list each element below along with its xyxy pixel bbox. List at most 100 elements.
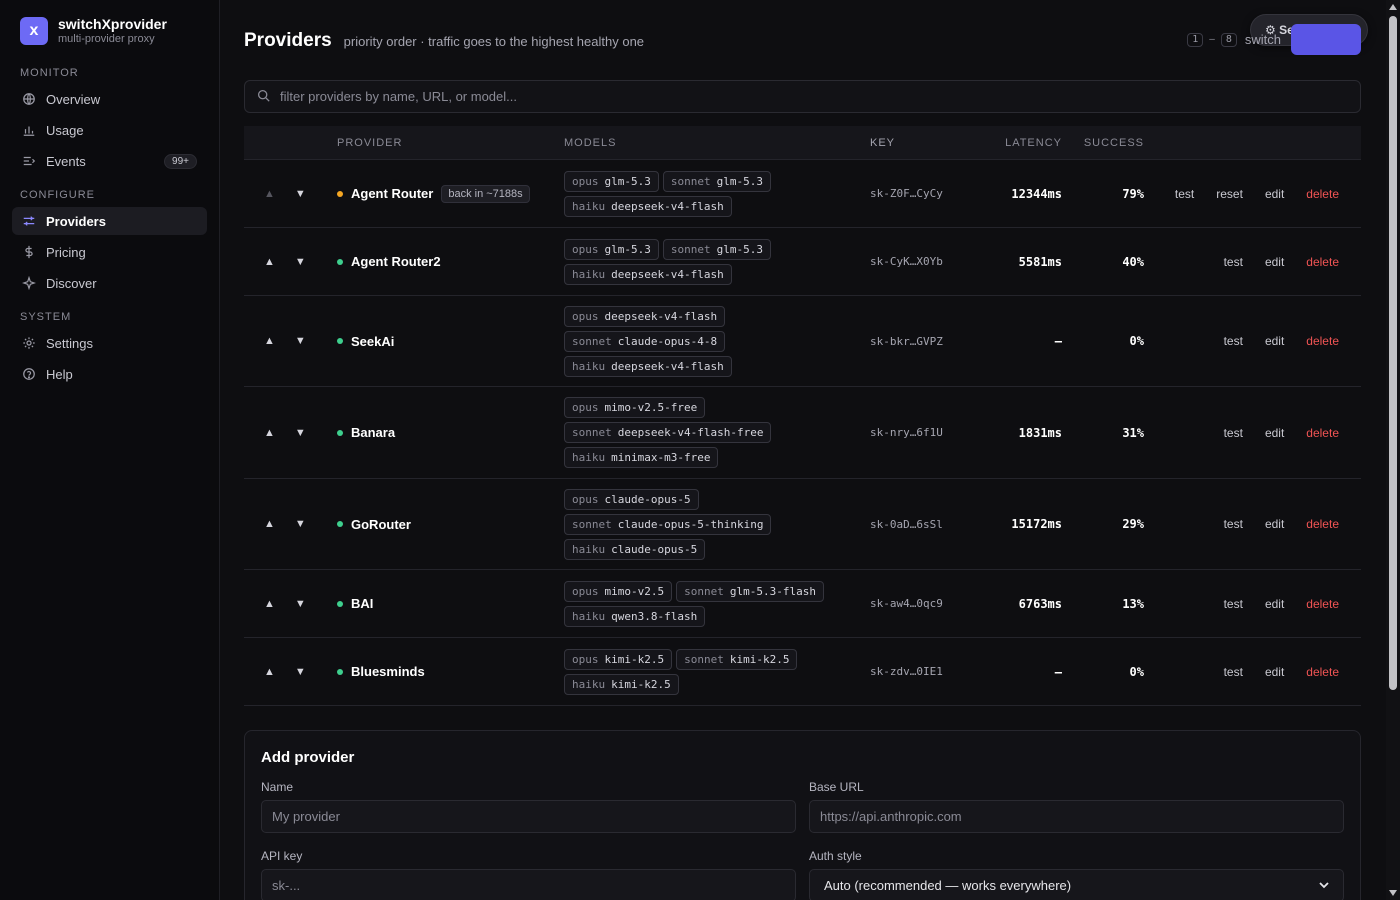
status-dot [337,521,343,527]
model-chip: opus deepseek-v4-flash [564,305,726,327]
reorder-controls: ▲ ▼ [244,188,337,200]
delete-button[interactable]: delete [1306,597,1339,611]
move-down-icon[interactable]: ▼ [295,518,306,530]
model-chip: opus mimo-v2.5-free [564,397,706,418]
scroll-thumb[interactable] [1389,16,1397,690]
edit-button[interactable]: edit [1265,334,1284,348]
edit-button[interactable]: edit [1265,665,1284,679]
sidebar-item-pricing[interactable]: Pricing [12,238,207,266]
reorder-controls: ▲ ▼ [244,427,337,439]
header-actions: 1 – 8 switch [1187,24,1361,55]
edit-button[interactable]: edit [1265,426,1284,440]
test-button[interactable]: test [1224,517,1243,531]
scrollbar[interactable] [1386,0,1400,900]
scroll-up-arrow[interactable] [1389,4,1397,10]
move-up-icon[interactable]: ▲ [264,256,275,268]
brand-name: switchXprovider [58,16,167,32]
model-name: glm-5.3 [716,242,763,256]
nav-section-label: SYSTEM [20,311,72,323]
edit-button[interactable]: edit [1265,517,1284,531]
model-name: deepseek-v4-flash [611,199,724,213]
sidebar-item-usage[interactable]: Usage [12,116,207,144]
success-rate: 29% [1122,517,1144,531]
events-count-badge: 99+ [164,153,197,169]
edit-button[interactable]: edit [1265,597,1284,611]
api-key-masked: sk-Z0F…CyCy [870,187,943,200]
scroll-down-arrow[interactable] [1389,890,1397,896]
main-content: Providers priority order · traffic goes … [244,0,1361,900]
delete-button[interactable]: delete [1306,334,1339,348]
provider-cell: BAI [337,596,564,611]
edit-button[interactable]: edit [1265,255,1284,269]
brand[interactable]: x switchXprovider multi-provider proxy [12,16,207,45]
name-label: Name [261,780,294,794]
kbd-hint-sep: – [1209,34,1215,45]
delete-button[interactable]: delete [1306,255,1339,269]
move-up-icon[interactable]: ▲ [264,335,275,347]
sidebar-item-label: Help [46,366,73,382]
test-button[interactable]: test [1224,334,1243,348]
search-bar[interactable] [244,80,1361,113]
model-tier: sonnet [670,174,711,188]
move-down-icon[interactable]: ▼ [295,598,306,610]
model-name: glm-5.3 [604,174,651,188]
status-dot [337,338,343,344]
sidebar-item-discover[interactable]: Discover [12,269,207,297]
search-icon [257,89,270,105]
api-key-label: API key [261,849,303,863]
model-chip: opus mimo-v2.5 [564,580,673,602]
delete-button[interactable]: delete [1306,187,1339,201]
move-down-icon[interactable]: ▼ [295,256,306,268]
primary-action-button[interactable] [1291,24,1361,55]
test-button[interactable]: test [1224,426,1243,440]
model-tier: haiku [572,199,606,213]
sidebar-item-events[interactable]: Events 99+ [12,147,207,175]
model-tier: sonnet [684,652,724,666]
auth-style-label: Auth style [809,849,862,863]
sparkle-icon [22,276,36,290]
move-up-icon[interactable]: ▲ [264,427,275,439]
test-button[interactable]: test [1175,187,1194,201]
delete-button[interactable]: delete [1306,426,1339,440]
delete-button[interactable]: delete [1306,665,1339,679]
move-down-icon[interactable]: ▼ [295,335,306,347]
move-up-icon[interactable]: ▲ [264,518,275,530]
row-actions: test edit delete [1144,426,1361,440]
base-url-field[interactable]: https://api.anthropic.com [809,800,1344,833]
sidebar-item-label: Overview [46,91,101,107]
test-button[interactable]: test [1224,597,1243,611]
model-tier: opus [572,401,599,414]
add-provider-title: Add provider [261,749,355,766]
sidebar-item-settings[interactable]: Settings [12,329,207,357]
model-name: deepseek-v4-flash [611,359,724,373]
status-dot [337,600,343,607]
edit-button[interactable]: edit [1265,187,1284,201]
model-name: mimo-v2.5 [604,584,665,598]
model-chip: haiku deepseek-v4-flash [564,355,732,377]
delete-button[interactable]: delete [1306,517,1339,531]
move-down-icon[interactable]: ▼ [295,427,306,439]
provider-name: Bluesminds [351,664,425,679]
table-row: ▲ ▼ GoRouter opus claude-opus-5 sonnet claude-… [244,479,1361,570]
model-name: kimi-k2.5 [729,652,790,666]
search-input[interactable] [280,89,1348,104]
move-up-icon[interactable]: ▲ [264,598,275,610]
auth-style-select[interactable]: Auto (recommended — works everywhere) [809,869,1344,900]
move-up-icon[interactable]: ▲ [264,666,275,678]
model-name: kimi-k2.5 [611,677,671,691]
sidebar-item-overview[interactable]: Overview [12,85,207,113]
table-row: ▲ ▼ Banara opus mimo-v2.5-free sonnet deepseek… [244,387,1361,479]
name-field[interactable]: My provider [261,800,796,833]
test-button[interactable]: test [1224,665,1243,679]
reset-button[interactable]: reset [1216,187,1243,201]
table-row: ▲ ▼ Agent Router back in ~7188s opus glm-5.3 s… [244,160,1361,228]
sidebar-item-providers[interactable]: Providers [12,207,207,235]
row-actions: test edit delete [1144,334,1361,348]
move-down-icon[interactable]: ▼ [295,188,306,200]
reorder-controls: ▲ ▼ [244,256,337,268]
test-button[interactable]: test [1224,255,1243,269]
api-key-field[interactable]: sk-... [261,869,796,900]
provider-cell: Bluesminds [337,664,564,679]
move-down-icon[interactable]: ▼ [295,666,306,678]
sidebar-item-help[interactable]: Help [12,360,207,388]
